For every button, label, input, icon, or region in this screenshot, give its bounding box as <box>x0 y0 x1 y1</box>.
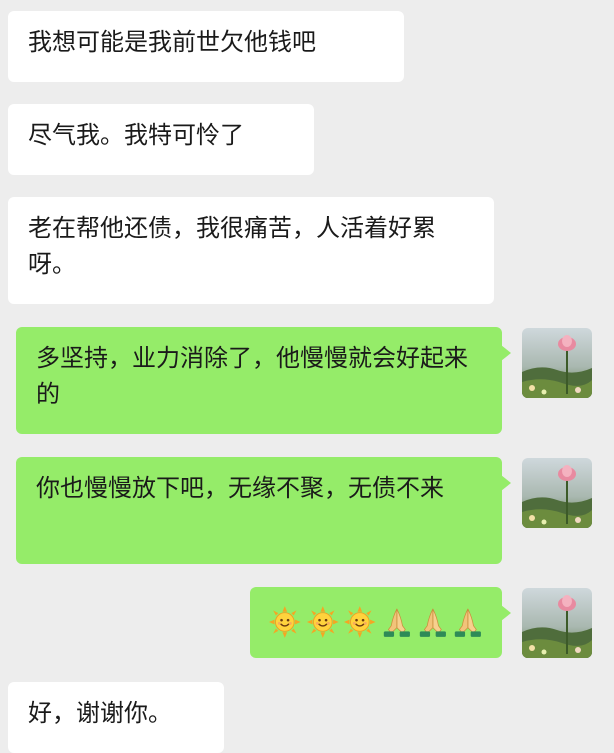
avatar[interactable] <box>522 328 592 398</box>
message-text: 尽气我。我特可怜了 <box>28 121 244 149</box>
pray-emoji-icon <box>455 608 482 637</box>
message-text: 多坚持，业力消除了，他慢慢就会好起来的 <box>36 344 468 408</box>
message-text: 老在帮他还债，我很痛苦，人活着好累呀。 <box>28 214 436 278</box>
message-text: 我想可能是我前世欠他钱吧 <box>28 28 316 56</box>
lotus-avatar-icon <box>522 458 592 528</box>
avatar[interactable] <box>522 588 592 658</box>
pray-emoji-icon <box>419 608 446 637</box>
sun-emoji-icon <box>344 606 376 638</box>
message-bubble-outgoing[interactable]: 你也慢慢放下吧，无缘不聚，无债不来 <box>16 457 511 564</box>
message-text: 好，谢谢你。 <box>28 699 172 727</box>
message-bubble-incoming[interactable]: 尽气我。我特可怜了 <box>8 104 314 175</box>
message-bubble-incoming[interactable]: 老在帮他还债，我很痛苦，人活着好累呀。 <box>8 197 494 304</box>
lotus-avatar-icon <box>522 328 592 398</box>
pray-emoji-icon <box>383 608 410 637</box>
message-bubble-incoming[interactable]: 好，谢谢你。 <box>8 682 224 753</box>
avatar[interactable] <box>522 458 592 528</box>
sun-emoji-icon <box>268 606 301 638</box>
sun-emoji-icon <box>306 606 339 638</box>
lotus-avatar-icon <box>522 588 592 658</box>
message-text: 你也慢慢放下吧，无缘不聚，无债不来 <box>36 474 444 502</box>
message-bubble-incoming[interactable]: 我想可能是我前世欠他钱吧 <box>8 11 404 82</box>
emoji-row <box>268 604 484 640</box>
message-bubble-outgoing[interactable]: 多坚持，业力消除了，他慢慢就会好起来的 <box>16 327 511 434</box>
message-bubble-outgoing[interactable] <box>250 587 511 658</box>
